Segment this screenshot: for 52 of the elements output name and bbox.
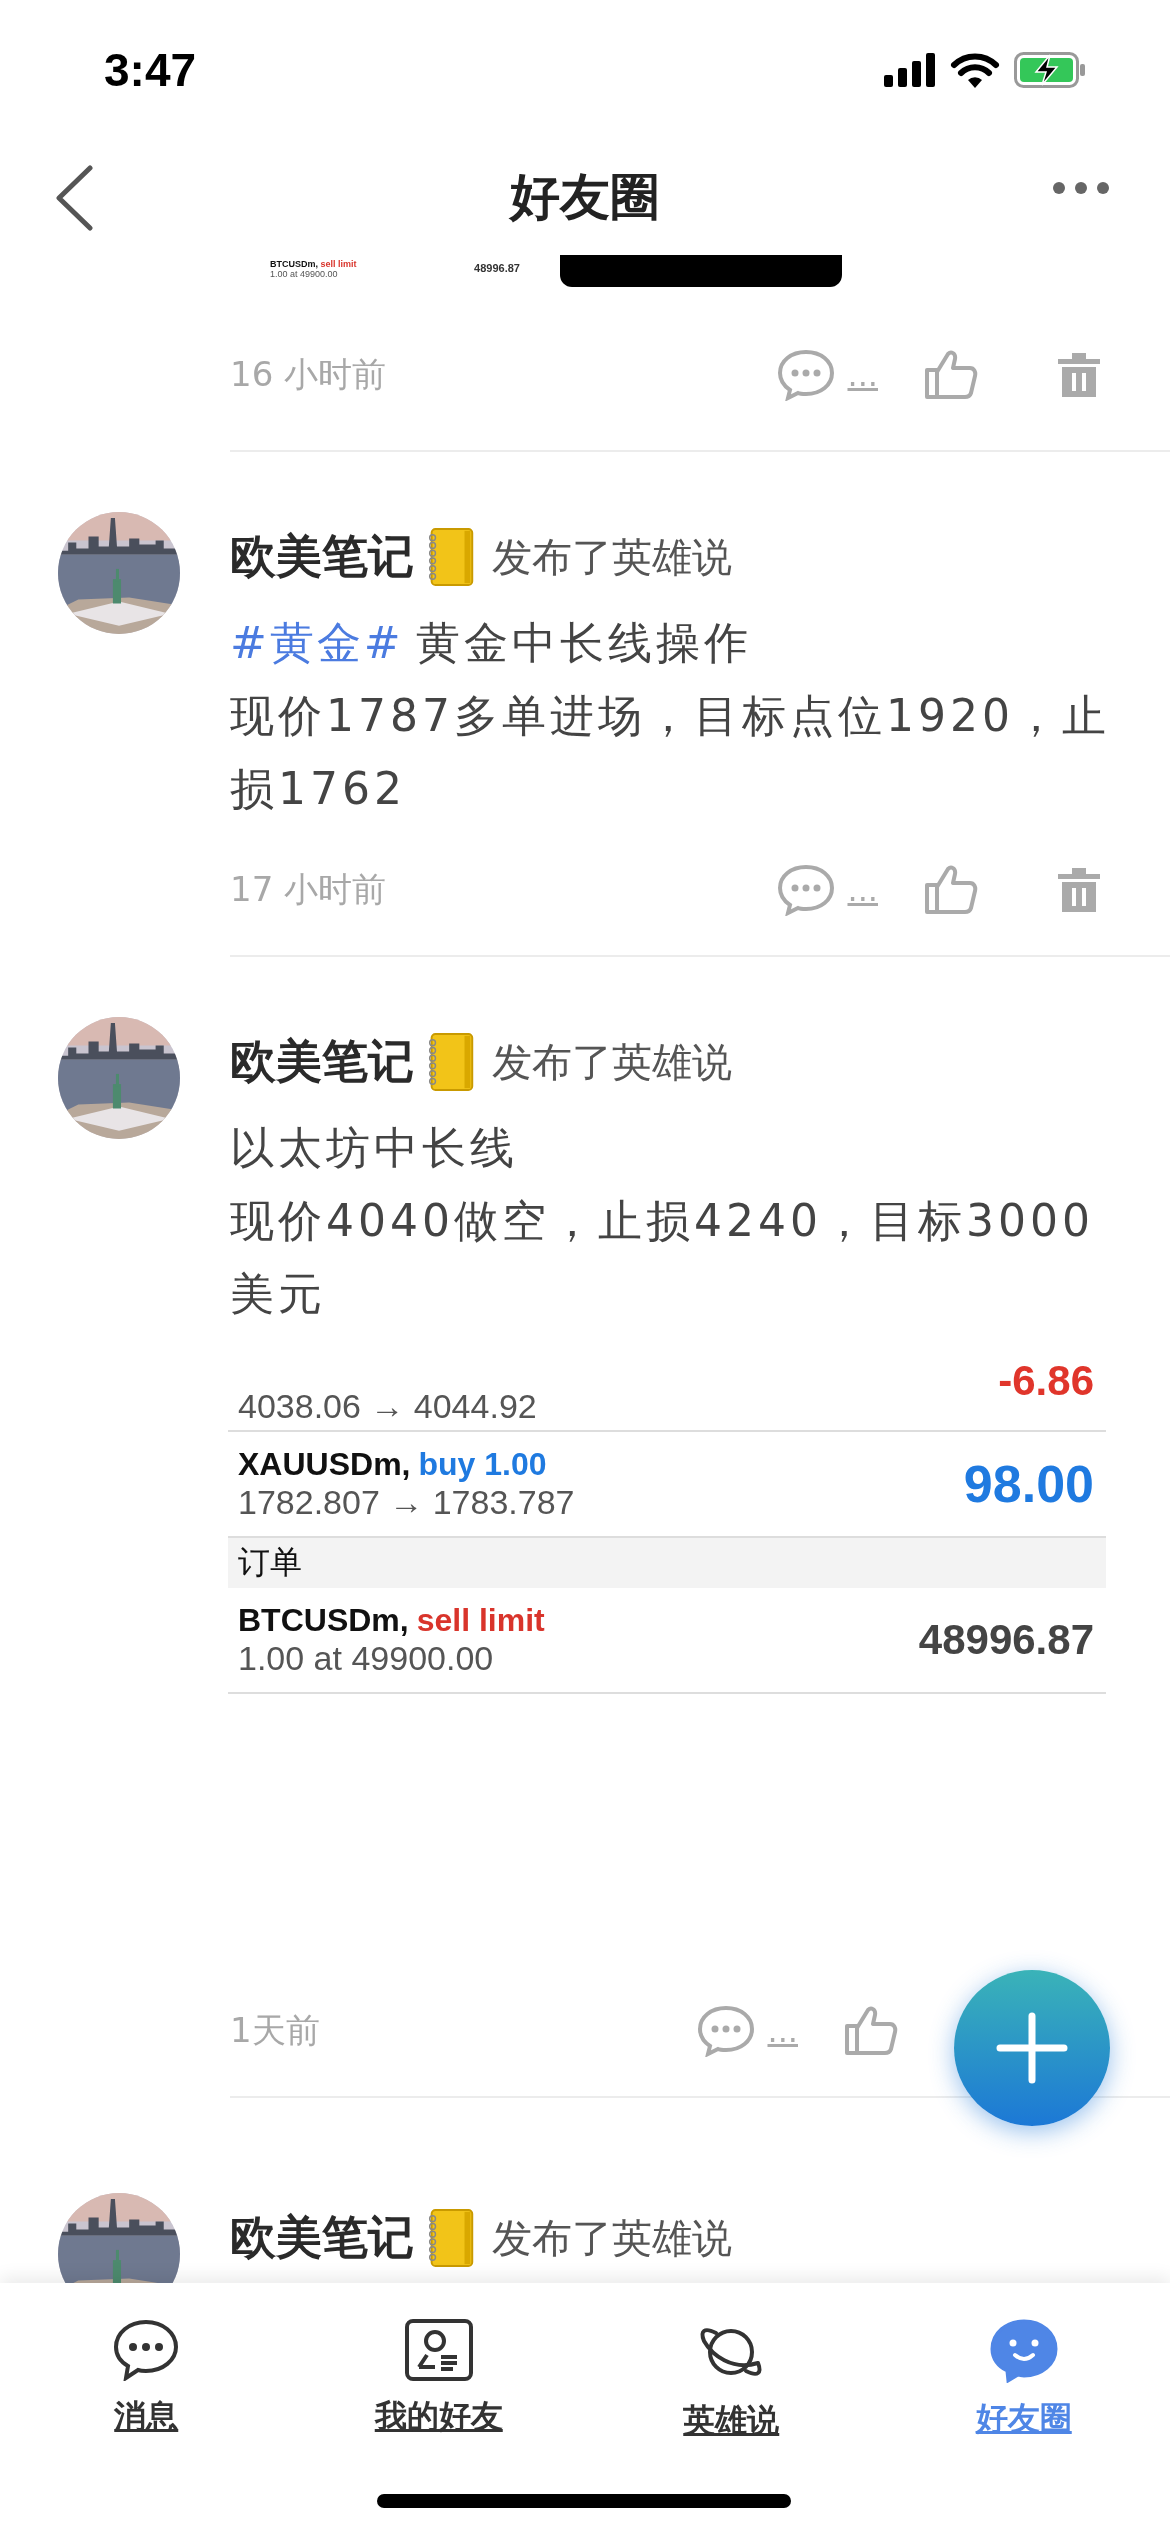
trade-prices: 4038.06 → 4044.92 [238, 1387, 537, 1426]
chat-bubble-icon [113, 2319, 180, 2381]
order-detail: 1.00 at 49900.00 [270, 269, 339, 277]
order-type: sell limit [416, 1602, 545, 1639]
comment-icon[interactable] [697, 2005, 756, 2057]
post-action: 发布了英雄说 [492, 2213, 732, 2263]
trade-symbol: BTCUSDm, [238, 1602, 409, 1639]
post-action: 发布了英雄说 [492, 532, 732, 582]
delete-icon[interactable] [1058, 351, 1100, 399]
add-button[interactable] [954, 1970, 1110, 2126]
order-price: 48996.87 [474, 262, 520, 274]
tab-item[interactable]: 消息 [26, 2319, 267, 2439]
post-text: 黄金中长线操作 [415, 616, 752, 670]
wifi-icon [950, 52, 1000, 88]
section-label: 订单 [238, 1543, 302, 1582]
tab-item[interactable]: 我的好友 [318, 2319, 559, 2439]
post-time: 1天前 [230, 2009, 320, 2052]
tab-item[interactable]: 英雄说 [611, 2319, 852, 2443]
post-action: 发布了英雄说 [492, 1037, 732, 1087]
trade-result: -6.86 [998, 1360, 1094, 1402]
comment-icon[interactable] [777, 349, 836, 401]
order-type: buy 1.00 [418, 1446, 547, 1483]
thumbs-up-icon[interactable] [844, 2006, 898, 2056]
plus-icon [996, 2012, 1068, 2084]
trade-symbol: XAUUSDm, [238, 1446, 411, 1483]
author-name[interactable]: 欧美笔记 [230, 526, 414, 588]
delete-icon[interactable] [1058, 866, 1100, 914]
order-symbol: BTCUSDm, sell limit [270, 259, 357, 269]
trade-result: 98.00 [963, 1454, 1094, 1514]
page-title: 好友圈 [510, 167, 660, 228]
signal-icon [884, 53, 936, 87]
trade-prices: 1782.807 → 1783.787 [238, 1483, 575, 1522]
more-icon[interactable] [1052, 180, 1110, 195]
thumbs-up-icon[interactable] [924, 350, 978, 400]
post-time: 17 小时前 [230, 868, 387, 911]
author-name[interactable]: 欧美笔记 [230, 2207, 414, 2269]
battery-charging-icon [1014, 52, 1086, 88]
back-icon[interactable] [54, 164, 94, 231]
author-name[interactable]: 欧美笔记 [230, 1031, 414, 1093]
smiley-bubble-icon [988, 2319, 1059, 2383]
status-time: 3:47 [104, 43, 197, 97]
thumbs-up-icon[interactable] [924, 865, 978, 915]
topic-link[interactable]: #黄金# [230, 606, 404, 679]
post-text: 现价1787多单进场，目标点位1920，止损1762 [230, 689, 1111, 816]
comment-icon[interactable] [777, 864, 836, 916]
tab-item[interactable]: 好友圈 [903, 2319, 1144, 2441]
post-text: 现价4040做空，止损4240，目标3000美元 [230, 1194, 1095, 1321]
contact-card-icon [404, 2319, 473, 2381]
trade-result: 48996.87 [918, 1616, 1094, 1664]
trade-prices: 1.00 at 49900.00 [238, 1639, 495, 1678]
post-time: 16 小时前 [230, 353, 387, 396]
post-text: 以太坊中长线 [230, 1121, 519, 1175]
